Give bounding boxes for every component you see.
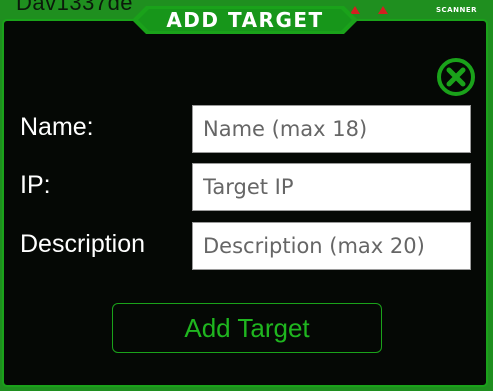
add-target-button[interactable]: Add Target <box>112 303 382 353</box>
dialog-title-tab: ADD TARGET <box>132 6 358 34</box>
alert-triangle-icon <box>378 6 388 14</box>
ip-input[interactable] <box>192 163 471 211</box>
name-input[interactable] <box>192 105 471 153</box>
add-target-dialog: Name: IP: Description Add Target <box>2 19 488 387</box>
description-input[interactable] <box>192 222 471 270</box>
background-username: Dav1337de <box>16 0 134 15</box>
ip-label: IP: <box>20 171 51 199</box>
ip-row: IP: <box>20 163 480 211</box>
name-label: Name: <box>20 113 94 141</box>
stage: Dav1337de SCANNER Name: IP: Description <box>0 0 493 391</box>
name-row: Name: <box>20 105 480 153</box>
close-circle-icon <box>437 58 475 96</box>
scanner-label: SCANNER <box>436 6 477 14</box>
description-row: Description <box>20 222 480 270</box>
dialog-title: ADD TARGET <box>166 8 324 32</box>
description-label: Description <box>20 230 146 258</box>
close-button[interactable] <box>436 57 476 97</box>
